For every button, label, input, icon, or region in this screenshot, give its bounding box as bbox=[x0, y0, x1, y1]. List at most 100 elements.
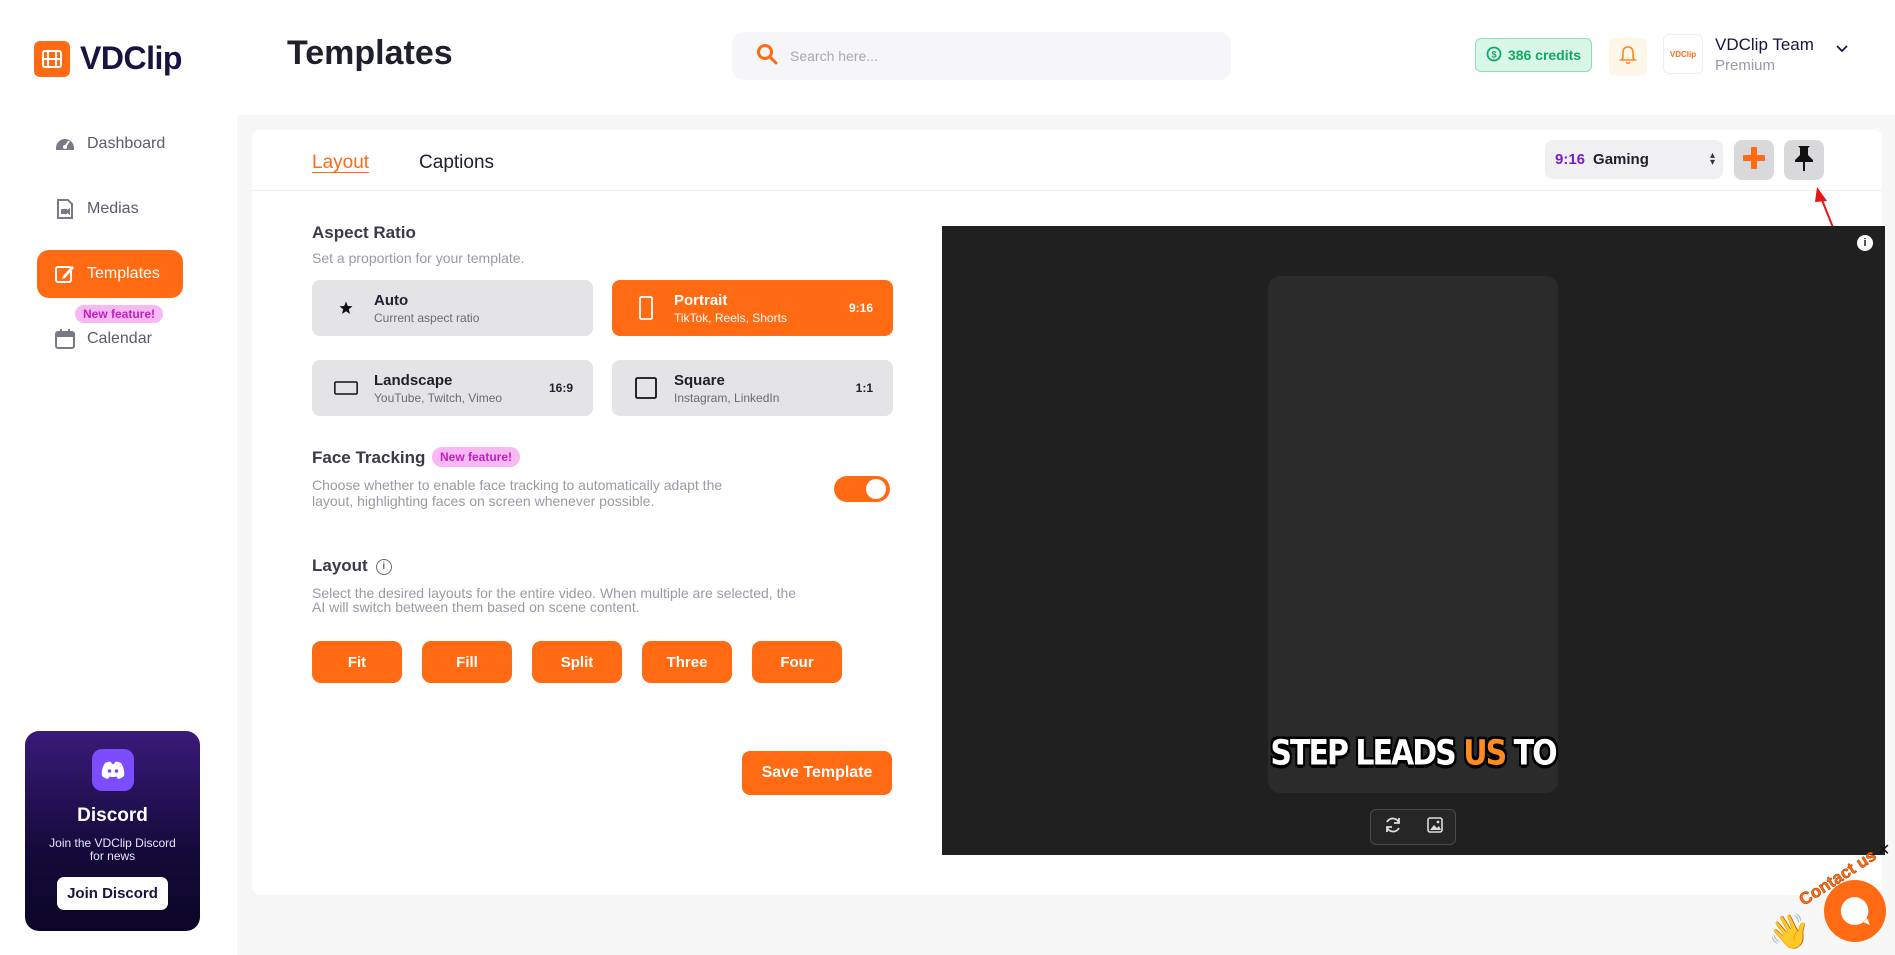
page-title: Templates bbox=[287, 34, 453, 72]
sidebar-item-label: Calendar bbox=[87, 330, 152, 347]
sidebar-item-dashboard[interactable]: Dashboard bbox=[37, 120, 183, 168]
portrait-icon bbox=[634, 296, 658, 320]
phone-frame: STEP LEADS US TO bbox=[1268, 276, 1558, 793]
preview-toolbar bbox=[1370, 809, 1456, 845]
caption-preview: STEP LEADS US TO bbox=[1268, 733, 1558, 773]
close-icon[interactable]: ✕ bbox=[1877, 840, 1890, 860]
layout-fill-button[interactable]: Fill bbox=[422, 641, 512, 683]
info-icon[interactable]: i bbox=[375, 558, 392, 575]
discord-subtitle: Join the VDClip Discord for news bbox=[49, 836, 176, 863]
tab-divider bbox=[252, 190, 1882, 191]
layout-four-button[interactable]: Four bbox=[752, 641, 842, 683]
info-icon[interactable]: i bbox=[1857, 235, 1873, 251]
waving-hand-icon: 👋 bbox=[1768, 913, 1811, 951]
video-preview: STEP LEADS US TO i bbox=[942, 226, 1885, 855]
ratio-option-square[interactable]: Square Instagram, LinkedIn 1:1 bbox=[612, 360, 893, 416]
ratio-subtitle: YouTube, Twitch, Vimeo bbox=[374, 390, 503, 405]
user-plan: Premium bbox=[1715, 56, 1776, 74]
ratio-title: Portrait bbox=[674, 291, 728, 309]
ratio-value: 9:16 bbox=[848, 301, 873, 315]
pin-icon bbox=[1793, 144, 1815, 177]
ratio-subtitle: Instagram, LinkedIn bbox=[674, 390, 780, 405]
face-tracking-description: Choose whether to enable face tracking t… bbox=[312, 477, 723, 509]
aspect-ratio-description: Set a proportion for your template. bbox=[312, 250, 525, 266]
landscape-icon bbox=[334, 379, 358, 397]
bell-icon bbox=[1619, 45, 1637, 70]
select-arrows-icon: ▴ ▾ bbox=[1709, 150, 1715, 168]
tab-captions[interactable]: Captions bbox=[419, 152, 494, 174]
calendar-icon bbox=[54, 328, 76, 350]
credits-badge[interactable]: $ 386 credits bbox=[1475, 38, 1592, 72]
toggle-knob bbox=[866, 479, 886, 499]
preset-ratio: 9:16 bbox=[1555, 151, 1586, 168]
plus-icon bbox=[1741, 145, 1767, 176]
avatar: VDClip bbox=[1663, 34, 1703, 74]
medias-icon bbox=[54, 198, 76, 220]
svg-text:$: $ bbox=[1491, 49, 1496, 59]
layout-three-button[interactable]: Three bbox=[642, 641, 732, 683]
ratio-title: Landscape bbox=[374, 371, 453, 389]
layout-section-title: Layout i bbox=[312, 556, 392, 576]
refresh-icon[interactable] bbox=[1383, 815, 1403, 840]
ratio-title: Auto bbox=[374, 291, 409, 309]
preset-name: Gaming bbox=[1593, 151, 1649, 168]
sidebar-item-templates[interactable]: Templates bbox=[37, 250, 183, 298]
caption-word: STEP bbox=[1270, 733, 1349, 774]
pin-template-button[interactable] bbox=[1784, 140, 1824, 180]
sidebar-item-label: Medias bbox=[87, 200, 139, 217]
app-logo[interactable]: VDClip bbox=[34, 40, 182, 77]
chat-bubble-icon[interactable] bbox=[1824, 880, 1886, 942]
caption-word: TO bbox=[1513, 733, 1558, 774]
templates-icon bbox=[54, 263, 76, 285]
credits-label: 386 credits bbox=[1507, 47, 1582, 63]
tab-layout[interactable]: Layout bbox=[312, 152, 369, 174]
search-input[interactable] bbox=[790, 48, 1190, 64]
ratio-subtitle: Current aspect ratio bbox=[374, 310, 480, 325]
discord-icon bbox=[91, 749, 134, 791]
ratio-option-portrait[interactable]: Portrait TikTok, Reels, Shorts 9:16 bbox=[612, 280, 893, 336]
ratio-title: Square bbox=[674, 371, 725, 389]
app-name: VDClip bbox=[80, 40, 182, 76]
layout-description: Select the desired layouts for the entir… bbox=[312, 585, 797, 615]
new-feature-badge: New feature! bbox=[432, 447, 521, 467]
user-menu[interactable]: VDClip VDClip Team Premium bbox=[1663, 34, 1848, 74]
notifications-button[interactable] bbox=[1609, 38, 1647, 76]
preset-select[interactable]: 9:16 Gaming ▴ ▾ bbox=[1545, 140, 1723, 179]
contact-us-widget[interactable]: Contact us 👋 bbox=[1766, 845, 1895, 955]
square-icon bbox=[634, 376, 658, 400]
sidebar-item-label: Templates bbox=[87, 265, 160, 282]
caption-highlight-word: US bbox=[1463, 733, 1507, 774]
sidebar-item-medias[interactable]: Medias bbox=[37, 185, 183, 233]
caption-word: LEADS bbox=[1355, 733, 1456, 774]
layout-split-button[interactable]: Split bbox=[532, 641, 622, 683]
ratio-subtitle: TikTok, Reels, Shorts bbox=[674, 310, 787, 325]
new-feature-badge: New feature! bbox=[75, 305, 164, 323]
ratio-value: 1:1 bbox=[855, 381, 873, 395]
discord-card: Discord Join the VDClip Discord for news… bbox=[25, 731, 200, 931]
chevron-down-icon[interactable] bbox=[1836, 40, 1848, 58]
aspect-ratio-title: Aspect Ratio bbox=[312, 223, 416, 242]
join-discord-button[interactable]: Join Discord bbox=[57, 877, 168, 910]
add-template-button[interactable] bbox=[1734, 140, 1774, 180]
layout-options: Fit Fill Split Three Four bbox=[312, 641, 842, 683]
discord-title: Discord bbox=[77, 805, 148, 826]
sidebar-item-label: Dashboard bbox=[87, 135, 166, 152]
dashboard-icon bbox=[54, 133, 76, 155]
avatar-logo-text: VDClip bbox=[1669, 49, 1697, 59]
search-icon bbox=[756, 43, 778, 70]
save-template-button[interactable]: Save Template bbox=[742, 751, 892, 795]
search-bar[interactable] bbox=[732, 32, 1231, 80]
image-icon[interactable] bbox=[1426, 816, 1444, 839]
coin-icon: $ bbox=[1486, 46, 1502, 65]
face-tracking-toggle[interactable] bbox=[834, 476, 890, 502]
ratio-option-auto[interactable]: Auto Current aspect ratio bbox=[312, 280, 593, 336]
editor-tabs: Layout Captions bbox=[312, 152, 494, 174]
layout-fit-button[interactable]: Fit bbox=[312, 641, 402, 683]
sidebar-nav: Dashboard Medias Templates New feature! … bbox=[37, 120, 183, 380]
film-icon bbox=[34, 40, 70, 77]
layout-title: Layout bbox=[312, 556, 368, 575]
sidebar-item-calendar[interactable]: New feature! Calendar bbox=[37, 305, 183, 363]
user-name: VDClip Team bbox=[1715, 34, 1814, 54]
sidebar: VDClip Dashboard Medias Templates New fe… bbox=[0, 0, 237, 955]
ratio-option-landscape[interactable]: Landscape YouTube, Twitch, Vimeo 16:9 bbox=[312, 360, 593, 416]
